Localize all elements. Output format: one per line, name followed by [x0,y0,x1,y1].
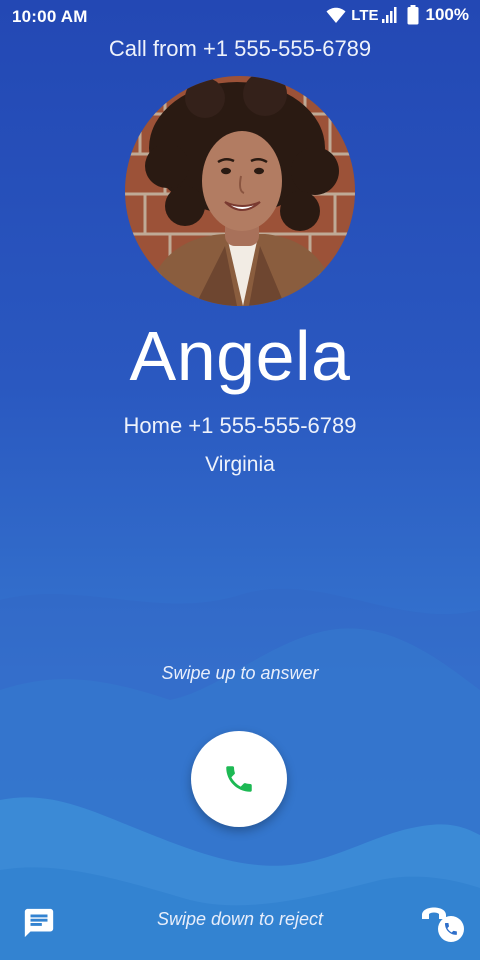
status-bar: 10:00 AM LTE 100% [0,0,480,32]
call-from-header: Call from +1 555-555-6789 [108,36,372,61]
cell-signal-icon [381,7,397,23]
phone-icon [226,766,252,792]
answer-call-button[interactable] [191,731,287,827]
network-type: LTE [351,6,379,24]
caller-number: Home +1 555-555-6789 [123,413,357,438]
battery-percentage: 100% [425,5,469,24]
swipe-down-hint: Swipe down to reject [156,909,324,929]
status-time: 10:00 AM [12,7,88,26]
incoming-call-screen: 10:00 AM LTE 100% Call from +1 555-555-6… [0,0,480,960]
wifi-icon [326,7,346,23]
swipe-up-hint: Swipe up to answer [161,663,319,683]
rtt-call-icon[interactable] [420,900,466,944]
caller-avatar [125,76,355,306]
caller-name: Angela [129,317,351,395]
caller-location: Virginia [205,453,275,476]
battery-icon [407,5,419,25]
status-indicators: LTE 100% [326,5,469,25]
